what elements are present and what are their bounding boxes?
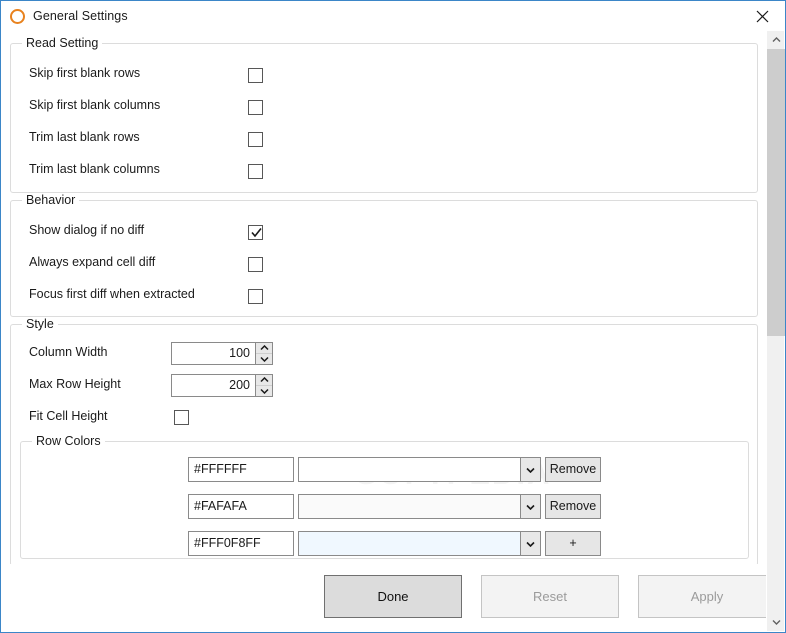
column-width-spin-buttons <box>255 342 273 365</box>
setting-label: Skip first blank columns <box>29 98 161 112</box>
row-color-add-button[interactable]: + <box>545 531 601 556</box>
setting-row: Skip first blank columns <box>11 96 757 118</box>
close-button[interactable] <box>740 1 785 31</box>
row-color-hex-input[interactable]: #FAFAFA <box>188 494 294 519</box>
group-row-colors-label: Row Colors <box>32 434 105 448</box>
checkbox-skip-first-blank-columns[interactable] <box>248 100 263 115</box>
title-bar: General Settings <box>1 1 785 31</box>
row-color-entry: #FFF0F8FF + <box>21 531 748 556</box>
row-color-swatch <box>299 532 520 555</box>
row-color-swatch <box>299 495 520 518</box>
chevron-down-icon <box>526 541 535 547</box>
max-row-height-label: Max Row Height <box>29 377 121 391</box>
scroll-down-button[interactable] <box>767 613 785 631</box>
setting-row: Always expand cell diff <box>11 253 757 275</box>
close-icon <box>756 10 769 22</box>
checkbox-show-dialog-if-no-diff[interactable] <box>248 225 263 240</box>
chevron-up-icon <box>259 377 269 383</box>
apply-button[interactable]: Apply <box>638 575 776 618</box>
row-color-hex-input[interactable]: #FFF0F8FF <box>188 531 294 556</box>
row-color-remove-button[interactable]: Remove <box>545 457 601 482</box>
row-color-hex-input[interactable]: #FFFFFF <box>188 457 294 482</box>
checkbox-skip-first-blank-rows[interactable] <box>248 68 263 83</box>
settings-scroll-body: SOFTPEDIA® Read Setting Skip first blank… <box>2 31 776 631</box>
checkbox-trim-last-blank-rows[interactable] <box>248 132 263 147</box>
setting-row: Show dialog if no diff <box>11 221 757 243</box>
setting-label: Focus first diff when extracted <box>29 287 195 301</box>
group-read-setting: Read Setting Skip first blank rows Skip … <box>10 36 758 193</box>
setting-row: Skip first blank rows <box>11 64 757 86</box>
setting-row: Trim last blank columns <box>11 160 757 182</box>
row-color-combo[interactable] <box>298 457 541 482</box>
chevron-down-icon <box>259 356 269 362</box>
settings-panel: SOFTPEDIA® Read Setting Skip first blank… <box>2 31 766 564</box>
chevron-down-icon <box>772 620 780 625</box>
setting-label: Show dialog if no diff <box>29 223 145 237</box>
window-title: General Settings <box>33 9 128 23</box>
combo-arrow-button[interactable] <box>520 532 540 555</box>
group-style: Style Column Width 100 Max Row Height 20… <box>10 317 758 564</box>
group-row-colors: Row Colors #FFFFFF Remove #FAFAFA Remove… <box>20 434 749 559</box>
row-color-entry: #FFFFFF Remove <box>21 457 748 482</box>
row-color-remove-button[interactable]: Remove <box>545 494 601 519</box>
setting-label: Trim last blank rows <box>29 130 140 144</box>
row-color-combo[interactable] <box>298 494 541 519</box>
scroll-up-button[interactable] <box>767 31 785 49</box>
group-behavior: Behavior Show dialog if no diff Always e… <box>10 193 758 317</box>
checkmark-icon <box>251 228 262 238</box>
max-row-height-spin-buttons <box>255 374 273 397</box>
general-settings-window: General Settings SOFTPEDIA® Read Setting… <box>0 0 786 633</box>
dialog-footer: Done Reset Apply <box>2 564 776 631</box>
group-style-label: Style <box>22 317 58 331</box>
style-row-column-width: Column Width 100 <box>11 342 757 365</box>
column-width-input[interactable]: 100 <box>171 342 255 365</box>
chevron-down-icon <box>259 388 269 394</box>
setting-label: Always expand cell diff <box>29 255 156 269</box>
setting-label: Skip first blank rows <box>29 66 141 80</box>
group-behavior-label: Behavior <box>22 193 80 207</box>
done-button[interactable]: Done <box>324 575 462 618</box>
chevron-down-icon <box>526 504 535 510</box>
spin-up-button[interactable] <box>256 343 272 354</box>
checkbox-fit-cell-height[interactable] <box>174 410 189 425</box>
style-row-fit-cell-height: Fit Cell Height <box>11 407 757 429</box>
circle-ring-icon <box>10 8 25 24</box>
setting-label: Trim last blank columns <box>29 162 160 176</box>
vertical-scrollbar[interactable] <box>766 31 785 631</box>
spin-down-button[interactable] <box>256 386 272 396</box>
group-read-setting-label: Read Setting <box>22 36 103 50</box>
checkbox-focus-first-diff-when-extracted[interactable] <box>248 289 263 304</box>
chevron-up-icon <box>259 345 269 351</box>
row-color-swatch <box>299 458 520 481</box>
max-row-height-stepper[interactable]: 200 <box>171 374 273 397</box>
max-row-height-input[interactable]: 200 <box>171 374 255 397</box>
column-width-label: Column Width <box>29 345 108 359</box>
checkbox-trim-last-blank-columns[interactable] <box>248 164 263 179</box>
chevron-up-icon <box>772 37 780 42</box>
style-row-max-row-height: Max Row Height 200 <box>11 374 757 397</box>
reset-button[interactable]: Reset <box>481 575 619 618</box>
content-area: SOFTPEDIA® Read Setting Skip first blank… <box>2 31 785 631</box>
chevron-down-icon <box>526 467 535 473</box>
setting-row: Trim last blank rows <box>11 128 757 150</box>
scrollbar-thumb[interactable] <box>767 49 785 336</box>
spin-up-button[interactable] <box>256 375 272 386</box>
spin-down-button[interactable] <box>256 354 272 364</box>
row-color-entry: #FAFAFA Remove <box>21 494 748 519</box>
row-color-combo[interactable] <box>298 531 541 556</box>
checkbox-always-expand-cell-diff[interactable] <box>248 257 263 272</box>
column-width-stepper[interactable]: 100 <box>171 342 273 365</box>
setting-row: Focus first diff when extracted <box>11 285 757 307</box>
combo-arrow-button[interactable] <box>520 495 540 518</box>
combo-arrow-button[interactable] <box>520 458 540 481</box>
fit-cell-height-label: Fit Cell Height <box>29 409 108 423</box>
